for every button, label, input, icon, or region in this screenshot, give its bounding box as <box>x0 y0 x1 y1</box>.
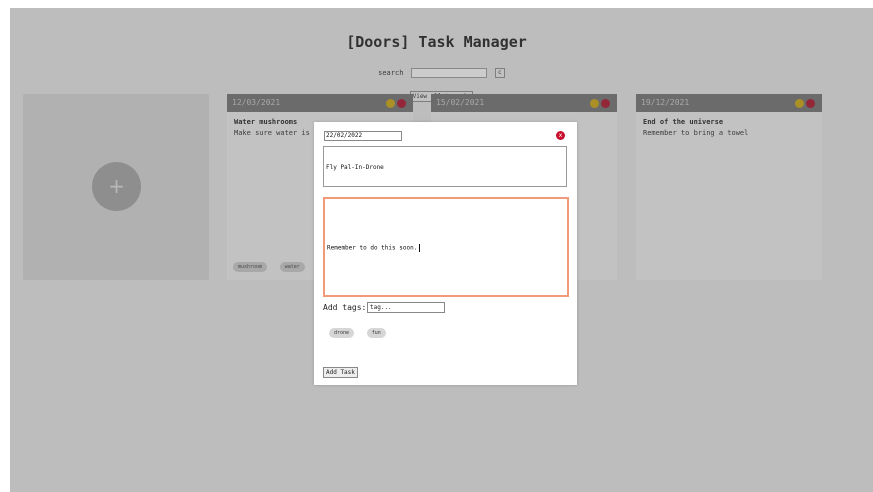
app-background: [Doors] Task Manager search c View all t… <box>10 8 873 492</box>
text-caret <box>419 244 421 252</box>
add-tags-label: Add tags: <box>323 303 367 312</box>
modal-tag-list: drone fun <box>329 319 389 338</box>
task-description-input[interactable]: Remember to do this soon. <box>323 197 569 297</box>
add-task-button[interactable]: Add Task <box>323 367 358 378</box>
new-task-modal: 22/02/2022 x Fly Pal-In-Drone Remember t… <box>314 122 577 385</box>
description-text: Remember to do this soon. <box>327 244 418 252</box>
date-input[interactable]: 22/02/2022 <box>324 131 402 141</box>
description-text-wrap: Remember to do this soon. <box>327 244 421 252</box>
tag-input[interactable]: tag... <box>367 302 445 313</box>
tag-chip[interactable]: fun <box>366 328 386 338</box>
close-icon[interactable]: x <box>556 131 565 140</box>
task-title-input[interactable]: Fly Pal-In-Drone <box>323 146 567 187</box>
tag-chip[interactable]: drone <box>329 328 355 338</box>
